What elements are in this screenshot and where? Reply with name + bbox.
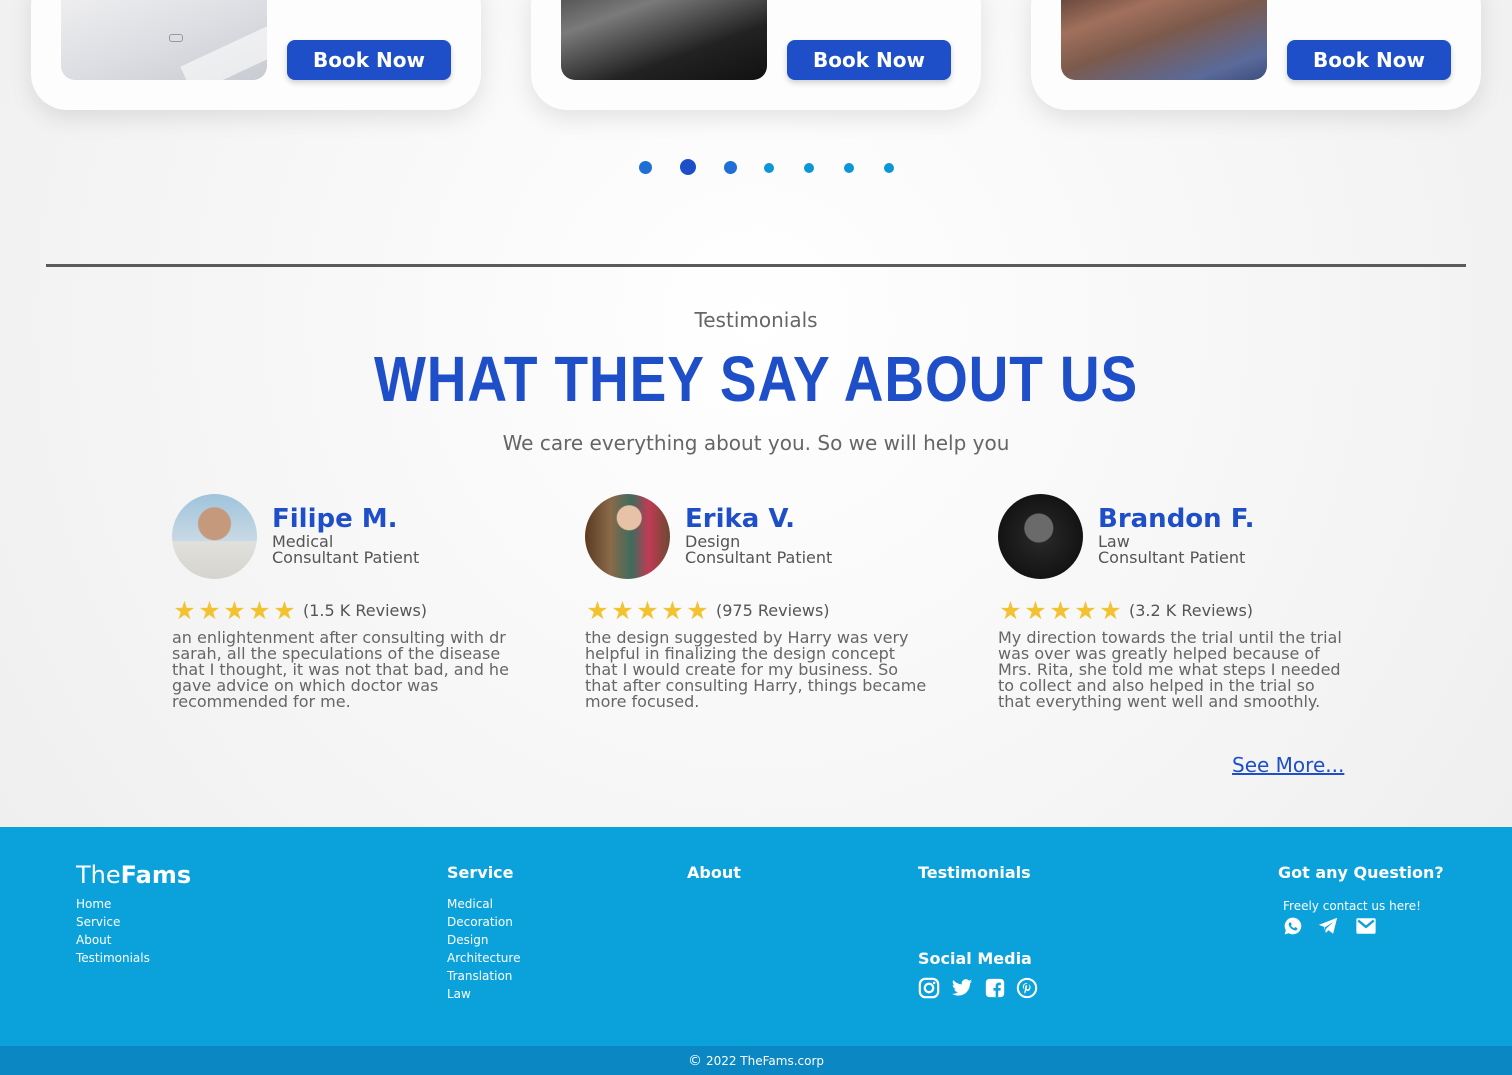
- testimonial-text: an enlightenment after consulting with d…: [172, 628, 509, 711]
- see-more-link[interactable]: See More...: [1232, 753, 1344, 777]
- avatar: [998, 494, 1083, 579]
- footer-link-service[interactable]: Service: [76, 913, 150, 931]
- star-icon: ★: [586, 596, 609, 625]
- consultant-photo: [561, 0, 767, 80]
- footer-service-title[interactable]: Service: [447, 863, 514, 882]
- star-icon: ★: [1049, 596, 1072, 625]
- footer-link-medical[interactable]: Medical: [447, 895, 520, 913]
- footer-social-title: Social Media: [918, 949, 1032, 968]
- testimonial-role: Medical Consultant Patient: [272, 532, 420, 567]
- contact-icons: [1283, 915, 1379, 937]
- star-icon: ★: [636, 596, 659, 625]
- facebook-icon[interactable]: [984, 977, 1006, 999]
- contact-text: Freely contact us here!: [1283, 899, 1421, 913]
- footer-about-title[interactable]: About: [687, 863, 741, 882]
- footer-testimonials-title[interactable]: Testimonials: [918, 863, 1031, 882]
- testimonial-text: My direction towards the trial until the…: [998, 628, 1342, 711]
- star-rating: ★ ★ ★ ★ ★ (975 Reviews): [585, 596, 830, 625]
- testimonial-name: Brandon F.: [1098, 504, 1255, 534]
- instagram-icon[interactable]: [918, 977, 940, 999]
- section-subheading: We care everything about you. So we will…: [502, 431, 1010, 455]
- copyright-text: 2022 TheFams.corp: [705, 1053, 825, 1068]
- carousel-dot[interactable]: [844, 163, 854, 173]
- section-divider: [46, 264, 1466, 267]
- footer-link-home[interactable]: Home: [76, 895, 150, 913]
- section-eyebrow: Testimonials: [694, 308, 818, 332]
- carousel-dot-active[interactable]: [680, 159, 696, 175]
- footer-question-title: Got any Question?: [1278, 863, 1444, 882]
- review-count: (975 Reviews): [716, 601, 830, 620]
- star-icon: ★: [223, 596, 246, 625]
- footer-link-architecture[interactable]: Architecture: [447, 949, 520, 967]
- footer-link-design[interactable]: Design: [447, 931, 520, 949]
- review-count: (3.2 K Reviews): [1129, 601, 1254, 620]
- star-icon: ★: [999, 596, 1022, 625]
- carousel-dot[interactable]: [884, 163, 894, 173]
- carousel-dot[interactable]: [804, 163, 814, 173]
- star-icon: ★: [611, 596, 634, 625]
- carousel-dot[interactable]: [724, 161, 737, 174]
- carousel-dot[interactable]: [764, 163, 774, 173]
- consultant-card: Book Now: [31, 0, 481, 110]
- carousel-dot[interactable]: [639, 161, 652, 174]
- star-icon: ★: [1024, 596, 1047, 625]
- consultant-photo: [61, 0, 267, 80]
- avatar: [172, 494, 257, 579]
- book-now-button[interactable]: Book Now: [787, 40, 951, 80]
- star-rating: ★ ★ ★ ★ ★ (1.5 K Reviews): [172, 598, 427, 623]
- book-now-button[interactable]: Book Now: [1287, 40, 1451, 80]
- site-footer: TheFams Home Service About Testimonials …: [0, 827, 1512, 1046]
- footer-service-links: Medical Decoration Design Architecture T…: [447, 895, 520, 1003]
- avatar: [585, 494, 670, 579]
- testimonial-text: the design suggested by Harry was very h…: [585, 628, 927, 711]
- star-rating: ★ ★ ★ ★ ★ (3.2 K Reviews): [998, 598, 1253, 623]
- review-count: (1.5 K Reviews): [303, 601, 428, 620]
- star-icon: ★: [686, 596, 709, 625]
- social-icons: [918, 977, 1038, 999]
- testimonial-name: Erika V.: [685, 504, 796, 534]
- footer-link-law[interactable]: Law: [447, 985, 520, 1003]
- star-icon: ★: [248, 596, 271, 625]
- star-icon: ★: [661, 596, 684, 625]
- star-icon: ★: [1074, 596, 1097, 625]
- footer-logo[interactable]: TheFams: [76, 861, 191, 889]
- twitter-icon[interactable]: [950, 977, 974, 999]
- footer-link-about[interactable]: About: [76, 931, 150, 949]
- copyright-icon: ©: [687, 1052, 702, 1069]
- mail-icon[interactable]: [1353, 915, 1379, 937]
- footer-link-translation[interactable]: Translation: [447, 967, 520, 985]
- consultant-card: Book Now: [1031, 0, 1481, 110]
- section-heading: WHAT THEY SAY ABOUT US: [373, 343, 1139, 415]
- consultant-card: Book Now: [531, 0, 981, 110]
- consultant-photo: [1061, 0, 1267, 80]
- footer-link-testimonials[interactable]: Testimonials: [76, 949, 150, 967]
- star-icon: ★: [198, 596, 221, 625]
- telegram-icon[interactable]: [1315, 915, 1341, 937]
- footer-link-decoration[interactable]: Decoration: [447, 913, 520, 931]
- star-icon: ★: [173, 596, 196, 625]
- pinterest-icon[interactable]: [1016, 977, 1038, 999]
- footer-nav: Home Service About Testimonials: [76, 895, 150, 967]
- testimonial-role: Design Consultant Patient: [685, 532, 833, 567]
- star-icon: ★: [273, 596, 296, 625]
- testimonial-role: Law Consultant Patient: [1098, 532, 1246, 567]
- copyright-bar: © 2022 TheFams.corp: [0, 1046, 1512, 1075]
- book-now-button[interactable]: Book Now: [287, 40, 451, 80]
- testimonial-name: Filipe M.: [272, 504, 398, 534]
- whatsapp-icon[interactable]: [1283, 916, 1303, 936]
- star-icon: ★: [1099, 596, 1122, 625]
